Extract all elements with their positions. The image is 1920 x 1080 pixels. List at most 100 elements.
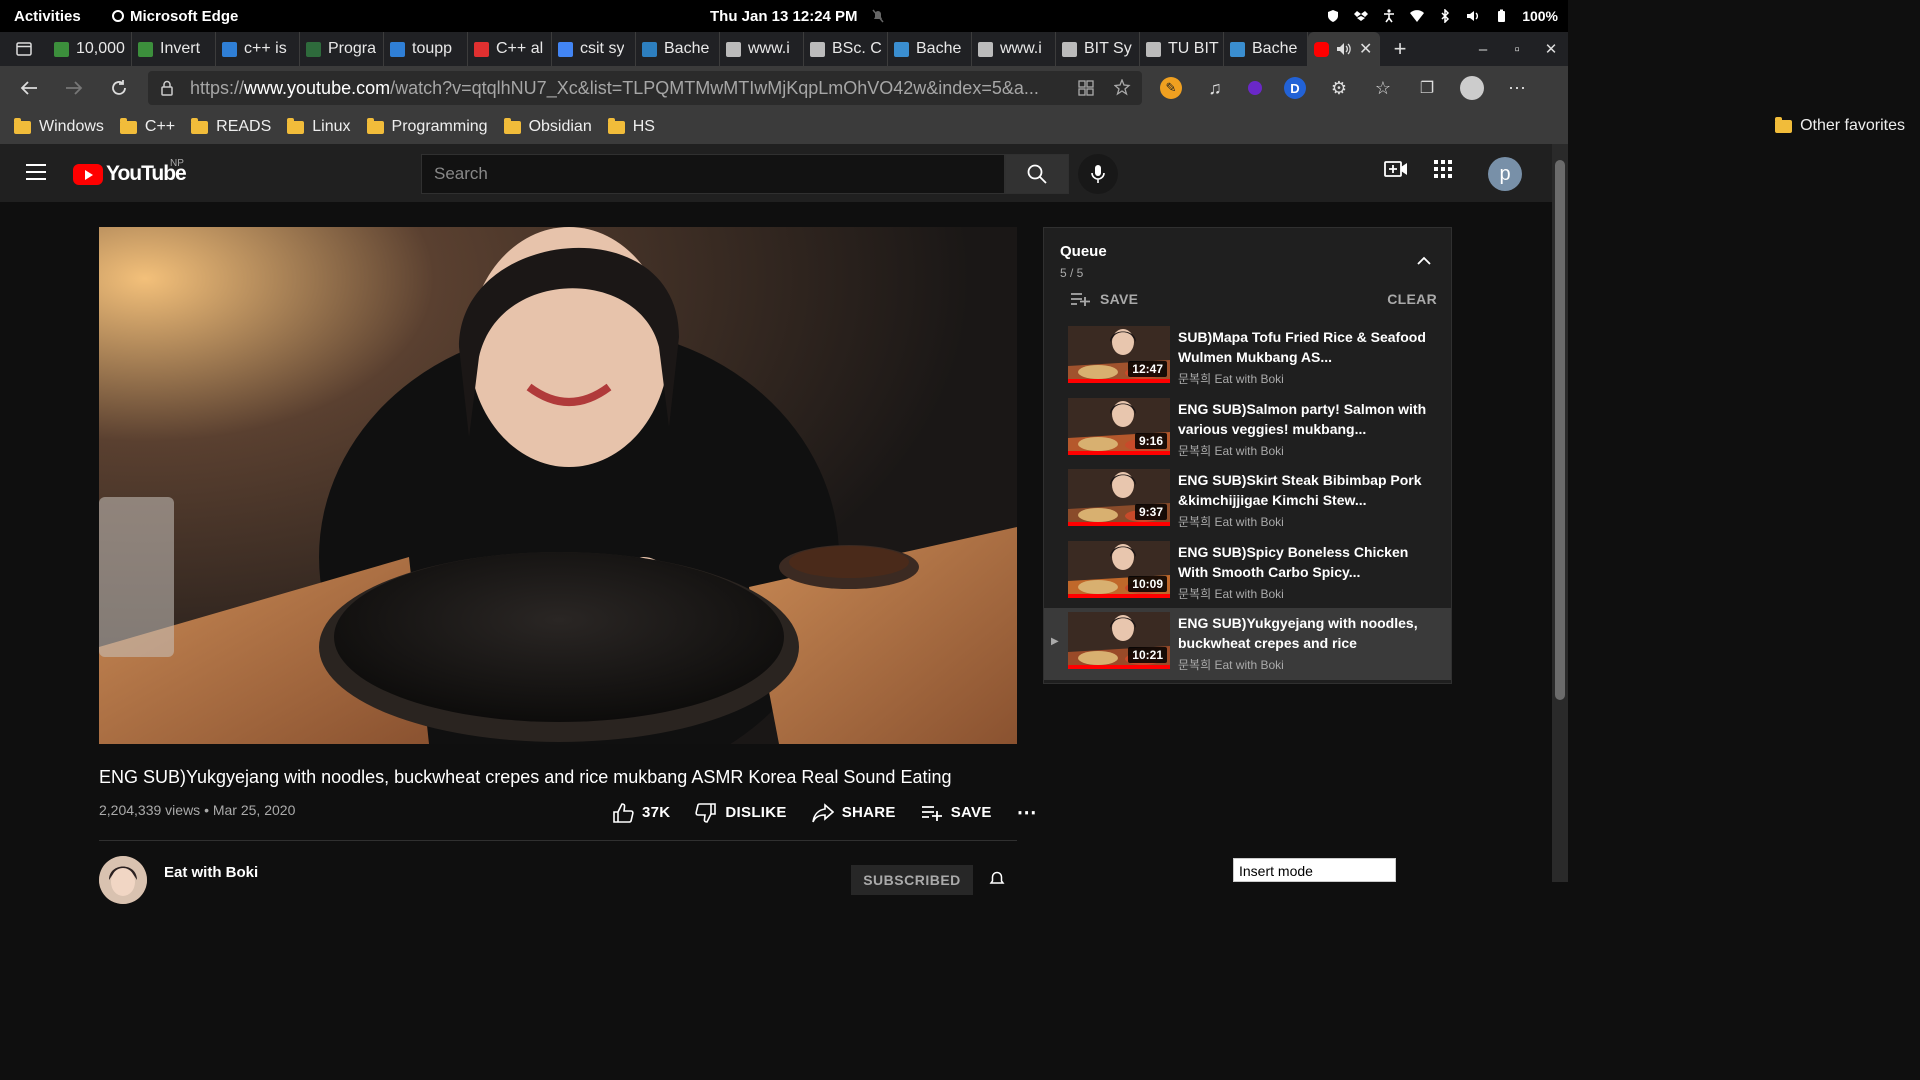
tab-favicon-icon [1062,41,1077,57]
bookmark-folder[interactable]: Programming [366,117,488,136]
browser-tab[interactable]: Bache [1224,32,1308,66]
queue-clear-button[interactable]: CLEAR [1387,291,1437,307]
channel-avatar[interactable] [99,856,147,904]
browser-tab[interactable]: csit sy [552,32,636,66]
tab-close-icon[interactable]: ✕ [1359,39,1372,59]
queue-item[interactable]: 9:16 ENG SUB)Salmon party! Salmon with va… [1044,394,1451,466]
bookmark-folder[interactable]: Obsidian [503,117,592,136]
other-favorites[interactable]: Other favorites [1775,116,1905,135]
browser-tab[interactable]: toupp [384,32,468,66]
system-tray[interactable]: 100% [1326,8,1558,24]
browser-tab[interactable]: www.i [720,32,804,66]
notification-bell-icon[interactable] [988,870,1006,893]
apps-grid-icon[interactable] [1434,160,1452,178]
menu-icon[interactable] [26,164,46,180]
page-scrollbar[interactable] [1552,144,1568,882]
queue-item[interactable]: ▶ 10:21 ENG SUB)Yukgyejang with noodles, b… [1044,608,1451,680]
new-tab-button[interactable]: + [1380,36,1420,62]
activities-button[interactable]: Activities [14,8,81,25]
queue-thumbnail[interactable]: 9:16 [1068,397,1170,455]
bookmark-folder[interactable]: C++ [119,117,175,136]
watched-progress-bar [1068,665,1170,669]
search-input[interactable]: Search [421,154,1005,194]
queue-thumbnail[interactable]: 10:21 [1068,612,1170,669]
save-to-playlist-button[interactable]: SAVE [921,804,992,821]
folder-icon [607,117,625,134]
app-available-icon[interactable] [1078,80,1094,96]
queue-thumbnail[interactable]: 12:47 [1068,326,1170,383]
share-button[interactable]: SHARE [811,802,896,823]
queue-thumbnail[interactable]: 10:09 [1068,540,1170,598]
voice-search-button[interactable] [1078,154,1118,194]
browser-tab[interactable]: BSc. C [804,32,888,66]
video-player[interactable] [99,227,1017,744]
tab-favicon-icon [390,41,405,57]
youtube-logo[interactable]: YouTube [73,162,187,186]
reload-button[interactable] [96,66,141,110]
queue-channel-name: 문복희 Eat with Boki [1178,443,1284,458]
tab-favicon-icon [54,41,69,57]
music-icon[interactable]: ♫ [1204,77,1226,99]
tab-audio-icon[interactable] [1336,41,1352,57]
window-controls: – ▫ ✕ [1466,32,1568,66]
extension-purple-icon[interactable] [1248,81,1262,95]
profile-icon[interactable] [1460,76,1484,100]
clock[interactable]: Thu Jan 13 12:24 PM [710,8,884,25]
scroll-thumb[interactable] [1555,160,1565,700]
queue-save-button[interactable]: SAVE [1070,291,1138,307]
more-actions-button[interactable]: ⋯ [1017,800,1037,825]
video-duration: 10:21 [1128,647,1167,663]
favorites-icon[interactable]: ☆ [1372,77,1394,99]
search-button[interactable] [1005,154,1069,194]
queue-item[interactable]: 9:37 ENG SUB)Skirt Steak Bibimbap Pork &k… [1044,465,1451,537]
browser-tab[interactable]: Bache [636,32,720,66]
wifi-icon [1410,10,1425,22]
collections-icon[interactable]: ❐ [1416,77,1438,99]
maximize-button[interactable]: ▫ [1500,32,1534,66]
browser-tab[interactable]: TU BIT [1140,32,1224,66]
queue-item[interactable]: 10:09 ENG SUB)Spicy Boneless Chicken With… [1044,537,1451,609]
back-button[interactable] [6,66,51,110]
like-count: 37K [642,804,671,821]
bookmark-folder[interactable]: READS [191,117,271,136]
browser-tab[interactable]: www.i [972,32,1056,66]
bookmark-folder[interactable]: Linux [287,117,351,136]
battery-percent: 100% [1522,8,1558,24]
tab-youtube-active[interactable]: ✕ [1308,32,1380,66]
browser-tab[interactable]: c++ is [216,32,300,66]
minimize-button[interactable]: – [1466,32,1500,66]
forward-button[interactable] [51,66,96,110]
browser-tab[interactable]: 10,000 [48,32,132,66]
close-window-button[interactable]: ✕ [1534,32,1568,66]
region-code: NP [170,158,184,169]
more-menu-icon[interactable]: ⋯ [1506,77,1528,99]
address-bar[interactable]: https://www.youtube.com/watch?v=qtqlhNU7… [148,71,1142,105]
queue-channel-name: 문복희 Eat with Boki [1178,658,1284,672]
add-favorite-icon[interactable] [1114,79,1132,97]
extension-orange-icon[interactable]: ✎ [1160,77,1182,99]
app-menu[interactable]: Microsoft Edge [112,8,238,25]
tab-actions-button[interactable] [0,32,48,66]
queue-thumbnail[interactable]: 9:37 [1068,469,1170,526]
like-button[interactable]: 37K [612,802,671,823]
subscribe-button[interactable]: SUBSCRIBED [851,865,973,895]
bookmark-folder[interactable]: Windows [14,117,104,136]
create-video-icon[interactable] [1384,160,1408,178]
browser-tab[interactable]: Invert [132,32,216,66]
channel-name[interactable]: Eat with Boki [164,864,258,881]
browser-tab[interactable]: C++ al [468,32,552,66]
extension-d-icon[interactable]: D [1284,77,1306,99]
browser-tab[interactable]: Progra [300,32,384,66]
collapse-queue-button[interactable] [1417,252,1431,270]
dislike-button[interactable]: DISLIKE [695,802,786,823]
tab-favicon-icon [894,41,909,57]
extensions-icon[interactable]: ⚙ [1328,77,1350,99]
queue-item[interactable]: 12:47 SUB)Mapa Tofu Fried Rice & Seafood … [1044,322,1451,394]
url-path: /watch?v=qtqlhNU7_Xc&list=TLPQMTMwMTIwMj… [390,77,1039,98]
video-duration: 12:47 [1128,361,1167,377]
browser-tab[interactable]: BIT Sy [1056,32,1140,66]
account-avatar[interactable]: p [1488,157,1522,191]
bookmark-folder[interactable]: HS [607,117,655,136]
queue-channel-name: 문복희 Eat with Boki [1178,586,1284,601]
browser-tab[interactable]: Bache [888,32,972,66]
